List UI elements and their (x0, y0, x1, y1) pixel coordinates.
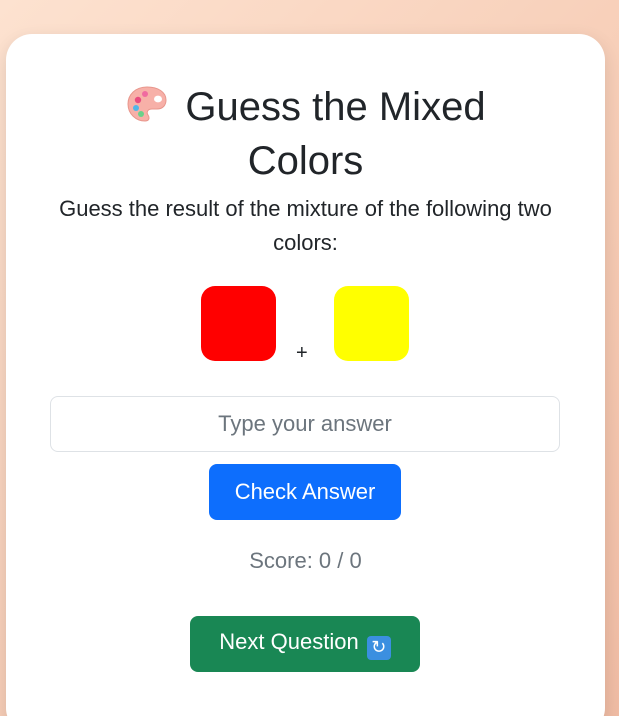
refresh-icon: ↻ (366, 635, 391, 660)
color-swatch-2 (334, 286, 409, 361)
page-title: Guess the Mixed Colors (6, 82, 605, 186)
instructions-text: Guess the result of the mixture of the f… (59, 196, 552, 255)
answer-input[interactable] (50, 396, 560, 452)
next-question-label: Next Question (219, 628, 359, 654)
check-answer-button[interactable]: Check Answer (209, 464, 401, 520)
game-card: Guess the Mixed Colors Guess the result … (6, 34, 605, 716)
plus-sign: + (296, 342, 308, 364)
next-question-button[interactable]: Next Question ↻ (190, 616, 420, 672)
title-text: Guess the Mixed Colors (185, 85, 486, 183)
color-swatch-1 (201, 286, 276, 361)
color-swatches: + (6, 286, 605, 366)
palette-icon (125, 84, 169, 136)
check-answer-label: Check Answer (234, 479, 376, 504)
score-text: Score: 0 / 0 (249, 548, 362, 573)
